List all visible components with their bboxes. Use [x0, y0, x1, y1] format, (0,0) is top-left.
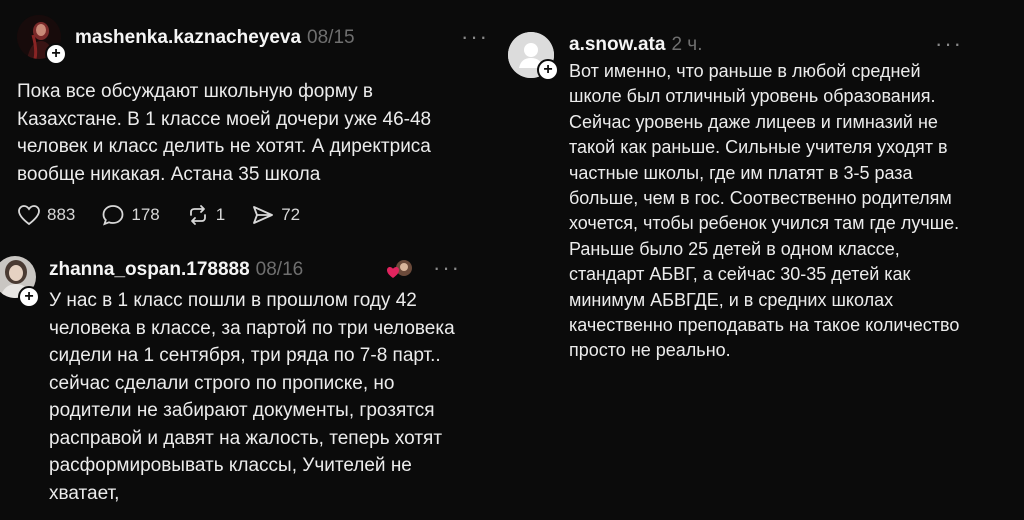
post-header: zhanna_ospan.178888 08/16 [49, 259, 303, 281]
timestamp: 2 ч. [671, 34, 703, 55]
liked-by-author-badge [386, 259, 412, 281]
post-text: У нас в 1 класс пошли в прошлом году 42 … [49, 290, 455, 504]
username[interactable]: zhanna_ospan.178888 [49, 259, 250, 280]
heart-avatar-icon [387, 260, 412, 278]
follow-button[interactable]: + [537, 59, 559, 81]
follow-button[interactable]: + [18, 286, 40, 308]
more-options-icon[interactable]: ··· [935, 31, 963, 57]
post-actions: 883 178 1 72 [17, 204, 326, 226]
more-options-icon[interactable]: ··· [433, 255, 461, 281]
post-header: a.snow.ata 2 ч. [569, 34, 702, 56]
comment-button[interactable]: 178 [101, 204, 160, 226]
comment-icon [102, 205, 124, 226]
repost-count: 1 [215, 205, 226, 224]
more-options-icon[interactable]: ··· [461, 24, 489, 50]
username[interactable]: mashenka.kaznacheyeva [75, 27, 301, 48]
comment-count: 178 [131, 205, 160, 224]
post-header: mashenka.kaznacheyeva 08/15 [75, 27, 355, 49]
like-button[interactable]: 883 [17, 204, 75, 226]
heart-icon [18, 205, 40, 226]
username[interactable]: a.snow.ata [569, 34, 665, 55]
post-text: Вот именно, что раньше в любой средней ш… [569, 61, 960, 361]
timestamp: 08/16 [255, 259, 304, 280]
follow-button[interactable]: + [45, 43, 67, 65]
repost-icon [189, 205, 206, 225]
like-count: 883 [47, 205, 76, 224]
repost-button[interactable]: 1 [186, 204, 225, 226]
post-text: Пока все обсуждают школьную форму в Каза… [17, 81, 432, 185]
share-button[interactable]: 72 [251, 204, 300, 226]
share-count: 72 [281, 205, 301, 224]
send-icon [253, 206, 274, 224]
timestamp: 08/15 [307, 27, 355, 48]
